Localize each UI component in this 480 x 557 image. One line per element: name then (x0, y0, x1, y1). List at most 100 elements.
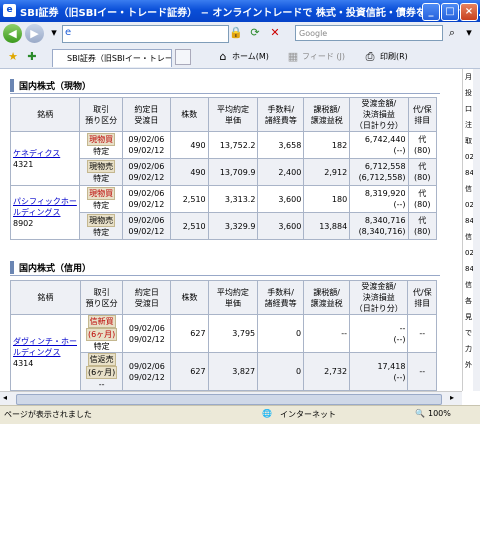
date-cell: 09/02/06 09/02/12 (121, 185, 171, 213)
price-cell: 13,752.2 (207, 131, 259, 159)
search-options-icon[interactable]: ▾ (461, 25, 477, 41)
header-cell: 手数料/ 諸経費等 (257, 97, 305, 132)
stock-code: 8902 (13, 219, 34, 228)
print-label[interactable]: 印刷(R) (380, 51, 408, 62)
fee-cell: 2,400 (257, 158, 305, 186)
header-cell: 約定日 受渡日 (121, 97, 171, 132)
table-row: パシフィックホールディングス 8902 現物買 特定 09/02/06 09/02… (9, 185, 438, 240)
scroll-thumb[interactable] (16, 394, 442, 405)
amount-cell: 17,418 (--) (349, 352, 409, 391)
stock-code: 4321 (13, 159, 34, 169)
minimize-button[interactable]: _ (422, 3, 440, 21)
window-titlebar: e SBI証券（旧SBIイー・トレード証券） − オンライントレードで 株式・投… (0, 0, 480, 22)
header-cell: 株数 (169, 97, 209, 132)
page-icon: e (65, 27, 72, 38)
section-divider (10, 93, 440, 94)
shares-cell: 627 (170, 352, 209, 391)
shares-cell: 490 (169, 131, 209, 159)
scroll-left-icon[interactable]: ◂ (3, 393, 7, 402)
address-input[interactable]: e (62, 25, 229, 43)
new-tab-button[interactable] (175, 49, 191, 65)
close-button[interactable]: × (460, 3, 478, 21)
status-text: ページが表示されました (4, 410, 92, 419)
amount-cell: 8,319,920 (--) (349, 185, 409, 213)
scroll-right-icon[interactable]: ▸ (450, 393, 454, 402)
header-cell: 株数 (170, 280, 209, 315)
flag-cell: 代 (80) (407, 158, 438, 186)
tax-cell: 2,912 (303, 158, 351, 186)
stock-code: 4314 (13, 359, 34, 368)
search-icon[interactable]: ⌕ (444, 25, 460, 41)
header-cell: 取引 預り区分 (79, 97, 123, 132)
trade-tag: 現物売 (87, 214, 116, 227)
stop-icon[interactable]: ✕ (267, 25, 283, 41)
flag-cell: 代 (80) (407, 185, 438, 213)
header-cell: 代/保 排目 (407, 280, 437, 315)
account-type: 特定 (93, 174, 110, 183)
table-header-row: 銘柄 取引 預り区分 約定日 受渡日 株数 平均約定 単価 手数料/ 諸経費等 … (10, 280, 437, 315)
stock-name-link[interactable]: ダヴィンチ・ホールディングス (13, 337, 77, 357)
date-cell: 09/02/06 09/02/12 (122, 314, 172, 353)
lock-icon[interactable]: 🔒 (228, 25, 244, 41)
price-cell: 3,827 (207, 352, 259, 391)
search-input[interactable]: Google (295, 25, 443, 41)
home-icon[interactable]: ⌂ (215, 49, 231, 65)
trade-type-cell: 現物買 特定 (79, 185, 123, 213)
forward-button[interactable]: ▶ (25, 24, 44, 43)
amount-cell: -- (--) (349, 314, 409, 353)
refresh-icon[interactable]: ⟳ (247, 25, 263, 41)
header-cell: 取引 預り区分 (79, 280, 124, 315)
stock-name-link[interactable]: ケネディクス (13, 149, 60, 158)
trade-tag: 現物売 (87, 160, 116, 173)
address-toolbar: ◀ ▶ ▾ e 🔒 ⟳ ✕ Google ⌕ ▾ (0, 22, 480, 47)
date-cell: 09/02/06 09/02/12 (121, 158, 171, 186)
history-dropdown-icon[interactable]: ▾ (46, 25, 62, 41)
table-row: ケネディクス 4321 現物買 特定 09/02/06 09/02/12 490 … (9, 131, 438, 186)
fee-cell: 3,658 (257, 131, 305, 159)
price-cell: 3,329.9 (207, 212, 259, 240)
add-favorites-icon[interactable]: ✚ (24, 49, 40, 65)
account-type: 特定 (93, 201, 110, 210)
security-zone-icon: 🌐 (262, 409, 272, 418)
term-tag: (6ヶ月) (85, 328, 118, 341)
term-tag: (6ヶ月) (85, 366, 118, 379)
flag-cell: 代 (80) (407, 131, 438, 159)
header-cell: 平均約定 単価 (207, 97, 259, 132)
back-button[interactable]: ◀ (3, 24, 22, 43)
trade-tag: 信返売 (87, 353, 116, 366)
fee-cell: 0 (257, 352, 305, 391)
print-icon[interactable]: ⎙ (362, 49, 378, 65)
trade-tag: 信新買 (87, 315, 116, 328)
stock-name-cell: パシフィックホールディングス 8902 (9, 185, 81, 240)
zoom-level[interactable]: 100% (428, 409, 451, 418)
trade-type-cell: 現物売 特定 (79, 158, 123, 186)
trade-type-cell: 現物買 特定 (79, 131, 123, 159)
shinyo-table: 銘柄 取引 預り区分 約定日 受渡日 株数 平均約定 単価 手数料/ 諸経費等 … (10, 280, 437, 391)
horizontal-scrollbar[interactable]: ◂ ▸ (0, 391, 462, 406)
feed-label[interactable]: フィード (J) (302, 51, 345, 62)
shares-cell: 2,510 (169, 185, 209, 213)
header-cell: 約定日 受渡日 (122, 280, 172, 315)
page-content: 国内株式（現物） 銘柄 取引 預り区分 約定日 受渡日 株数 平均約定 単価 手… (0, 69, 462, 391)
zoom-icon[interactable]: 🔍 (415, 409, 425, 418)
amount-cell: 6,712,558 (6,712,558) (349, 158, 409, 186)
tab-label: SBI証券（旧SBIイー・トレー... (67, 54, 172, 63)
vertical-scrollbar[interactable] (473, 69, 480, 391)
trade-type-cell: 信新買 (6ヶ月) 特定 (79, 314, 124, 353)
header-cell: 銘柄 (9, 97, 81, 132)
shares-cell: 627 (170, 314, 209, 353)
maximize-button[interactable]: □ (441, 3, 459, 21)
tab-sbi[interactable]: SBI証券（旧SBIイー・トレー... (52, 49, 172, 67)
table-header-row: 銘柄 取引 預り区分 約定日 受渡日 株数 平均約定 単価 手数料/ 諸経費等 … (9, 97, 438, 132)
favorites-star-icon[interactable]: ★ (5, 49, 21, 65)
section-title-genbutsu: 国内株式（現物） (10, 79, 91, 92)
tax-cell: -- (303, 314, 351, 353)
feed-icon[interactable]: ▦ (285, 49, 301, 65)
header-cell: 平均約定 単価 (207, 280, 259, 315)
home-label[interactable]: ホーム(M) (232, 51, 269, 62)
header-cell: 課税額/ 譲渡益税 (303, 97, 351, 132)
fee-cell: 3,600 (257, 212, 305, 240)
tax-cell: 2,732 (303, 352, 351, 391)
stock-name-link[interactable]: パシフィックホールディングス (13, 197, 77, 217)
tax-cell: 180 (303, 185, 351, 213)
